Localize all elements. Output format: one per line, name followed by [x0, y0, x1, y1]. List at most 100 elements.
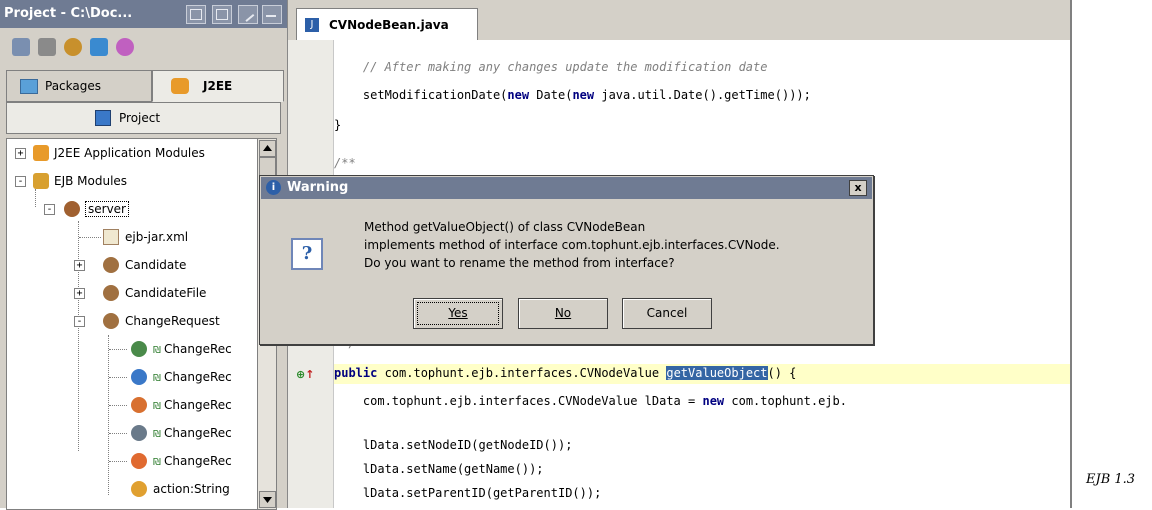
code-token: setModificationDate(: [334, 88, 508, 102]
editor-right-edge: [1070, 0, 1072, 508]
minimize-icon[interactable]: [262, 5, 282, 24]
bean-icon: [103, 257, 119, 273]
dock-icon[interactable]: [212, 5, 232, 24]
tree-connector: [109, 377, 127, 378]
tree-item-changerec[interactable]: ₪ ChangeRec: [7, 367, 257, 387]
field-icon: [131, 481, 147, 497]
code-token: lData.setName(getName());: [334, 462, 544, 476]
code-line: setModificationDate(new Date(new java.ut…: [334, 88, 811, 102]
tree-item-changerec[interactable]: ₪ ChangeRec: [7, 395, 257, 415]
scroll-down-icon[interactable]: [259, 491, 276, 508]
project-panel-titlebar: Project - C:\Doc...: [0, 0, 287, 28]
code-line: lData.setNodeID(getNodeID());: [334, 438, 573, 452]
class-icon: ₪: [153, 429, 165, 440]
code-keyword: new: [507, 88, 530, 102]
yes-button-label: Yes: [448, 306, 468, 320]
tab-j2ee[interactable]: J2EE: [152, 70, 284, 102]
scroll-up-icon[interactable]: [259, 140, 276, 157]
collapse-icon[interactable]: -: [15, 176, 26, 187]
code-line: lData.setName(getName());: [334, 462, 544, 476]
java-file-icon: J: [305, 18, 319, 32]
tree-item-changerec[interactable]: ₪ ChangeRec: [7, 339, 257, 359]
tree-connector: [109, 433, 127, 434]
xml-file-icon: [103, 229, 119, 245]
tree-item-label: ₪ ChangeRec: [153, 398, 232, 412]
tree-item-label: server: [85, 201, 129, 217]
expand-icon[interactable]: +: [15, 148, 26, 159]
code-line: lData.setParentID(getParentID());: [334, 486, 601, 500]
no-button[interactable]: No: [518, 298, 608, 329]
tree-view-icon[interactable]: [12, 38, 30, 56]
dependencies-icon[interactable]: [116, 38, 134, 56]
tree-item-label: ChangeRequest: [125, 314, 220, 328]
download-icon[interactable]: [90, 38, 108, 56]
code-line: // After making any changes update the m…: [334, 60, 768, 74]
tab-packages[interactable]: Packages: [6, 70, 152, 102]
code-line: public com.tophunt.ejb.interfaces.CVNode…: [334, 366, 796, 380]
code-comment: /**: [334, 156, 356, 170]
expand-icon[interactable]: +: [74, 288, 85, 299]
pin-icon[interactable]: [238, 5, 258, 24]
tree-item-candidatefile[interactable]: + CandidateFile: [7, 283, 257, 303]
local-home-icon: [131, 397, 147, 413]
tab-project-label: Project: [119, 111, 161, 125]
code-token: java.util.Date().getTime()));: [594, 88, 811, 102]
bean-icon: [64, 201, 80, 217]
implements-marker-icon[interactable]: ⊕↑: [296, 368, 314, 381]
tree-item-label: Candidate: [125, 258, 187, 272]
tree-connector: [108, 335, 109, 495]
settings-icon[interactable]: [64, 38, 82, 56]
dialog-message-line: Method getValueObject() of class CVNodeB…: [364, 220, 646, 234]
tree-connector: [109, 405, 127, 406]
editor-tabbar: J CVNodeBean.java: [288, 0, 1070, 41]
yes-button[interactable]: Yes: [413, 298, 503, 329]
code-selection: getValueObject: [666, 366, 768, 380]
dialog-message-line: implements method of interface com.tophu…: [364, 238, 780, 252]
tree-item-changerec[interactable]: ₪ ChangeRec: [7, 423, 257, 443]
tree-item-label: CandidateFile: [125, 286, 207, 300]
tree-item-action-string[interactable]: action:String: [7, 479, 257, 499]
bean-icon: [103, 285, 119, 301]
tree-item-label: ₪ ChangeRec: [153, 426, 232, 440]
tree-item-ejb-modules[interactable]: - EJB Modules: [7, 171, 257, 191]
dialog-title: Warning: [287, 180, 349, 195]
tree-item-label: ejb-jar.xml: [125, 230, 189, 244]
expand-icon[interactable]: +: [74, 260, 85, 271]
class-icon: ₪: [153, 457, 165, 468]
tree-item-server[interactable]: - server: [7, 199, 257, 219]
tree-item-label: ₪ ChangeRec: [153, 454, 232, 468]
tree-item-label: ₪ ChangeRec: [153, 370, 232, 384]
tree-item-changerequest[interactable]: - ChangeRequest: [7, 311, 257, 331]
bean-class-icon: [131, 453, 147, 469]
figure-caption: EJB 1.3: [1086, 472, 1136, 487]
collapse-icon[interactable]: -: [74, 316, 85, 327]
tree-item-text: ChangeRec: [164, 454, 232, 468]
tab-project[interactable]: Project: [6, 102, 281, 134]
code-token: }: [334, 118, 342, 132]
tree-connector: [79, 237, 101, 238]
tree-item-text: ChangeRec: [164, 398, 232, 412]
float-icon[interactable]: [186, 5, 206, 24]
j2ee-icon: [171, 78, 189, 94]
code-token: lData.setParentID(getParentID());: [334, 486, 602, 500]
cancel-button[interactable]: Cancel: [622, 298, 712, 329]
tab-j2ee-label: J2EE: [203, 79, 233, 93]
editor-tab-cvnodebean[interactable]: J CVNodeBean.java: [296, 8, 478, 41]
code-line: com.tophunt.ejb.interfaces.CVNodeValue l…: [334, 394, 847, 408]
no-button-label: No: [554, 306, 572, 320]
collapse-icon[interactable]: -: [44, 204, 55, 215]
tree-item-j2ee-application-modules[interactable]: + J2EE Application Modules: [7, 143, 257, 163]
code-token: com.tophunt.ejb.interfaces.CVNodeValue: [377, 366, 667, 380]
project-toolbar: [0, 30, 287, 64]
class-icon: ₪: [153, 345, 165, 356]
tree-connector: [109, 349, 127, 350]
tree-item-changerec[interactable]: ₪ ChangeRec: [7, 451, 257, 471]
project-icon: [95, 110, 111, 126]
tree-item-candidate[interactable]: + Candidate: [7, 255, 257, 275]
project-panel-title: Project - C:\Doc...: [4, 6, 133, 21]
close-button[interactable]: x: [849, 180, 867, 196]
tree-item-ejb-jar-xml[interactable]: ejb-jar.xml: [7, 227, 257, 247]
warning-dialog: i Warning x ? Method getValueObject() of…: [259, 175, 874, 345]
module-icon[interactable]: [38, 38, 56, 56]
dialog-message-line: Do you want to rename the method from in…: [364, 256, 675, 270]
